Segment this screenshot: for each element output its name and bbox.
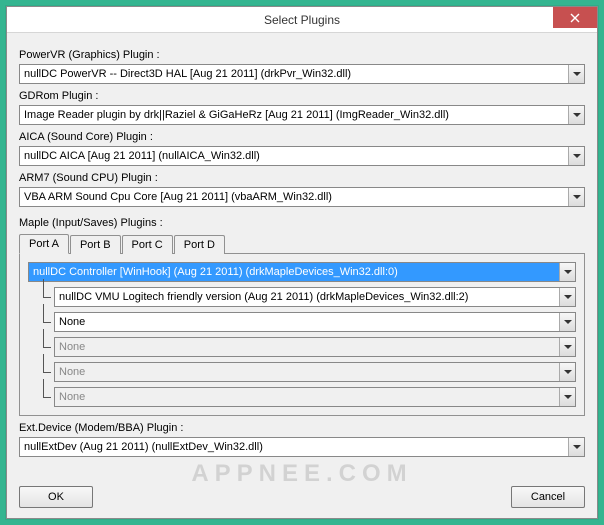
tree-branch-icon: [28, 337, 54, 357]
chevron-down-icon: [559, 263, 575, 281]
tree-branch-icon: [28, 387, 54, 407]
dialog-button-row: OK Cancel: [19, 486, 585, 508]
maple-slot-0-value: nullDC Controller [WinHook] (Aug 21 2011…: [29, 263, 559, 281]
arm7-label: ARM7 (Sound CPU) Plugin :: [19, 172, 585, 184]
maple-slot-1-value: nullDC VMU Logitech friendly version (Au…: [55, 288, 559, 306]
tab-port-c[interactable]: Port C: [122, 235, 173, 254]
maple-slot-0-combo[interactable]: nullDC Controller [WinHook] (Aug 21 2011…: [28, 262, 576, 282]
dialog-content: PowerVR (Graphics) Plugin : nullDC Power…: [7, 33, 597, 465]
tab-port-b[interactable]: Port B: [70, 235, 121, 254]
gdrom-label: GDRom Plugin :: [19, 90, 585, 102]
cancel-button[interactable]: Cancel: [511, 486, 585, 508]
maple-slot-5-combo[interactable]: None: [54, 387, 576, 407]
gdrom-combo[interactable]: Image Reader plugin by drk||Raziel & GiG…: [19, 105, 585, 125]
aica-value: nullDC AICA [Aug 21 2011] (nullAICA_Win3…: [20, 147, 568, 165]
titlebar: Select Plugins: [7, 7, 597, 33]
maple-slot-4-value: None: [55, 363, 559, 381]
maple-slot-2-value: None: [55, 313, 559, 331]
arm7-combo[interactable]: VBA ARM Sound Cpu Core [Aug 21 2011] (vb…: [19, 187, 585, 207]
maple-slot-2-combo[interactable]: None: [54, 312, 576, 332]
powervr-value: nullDC PowerVR -- Direct3D HAL [Aug 21 2…: [20, 65, 568, 83]
ok-button[interactable]: OK: [19, 486, 93, 508]
arm7-value: VBA ARM Sound Cpu Core [Aug 21 2011] (vb…: [20, 188, 568, 206]
maple-tab-strip: Port A Port B Port C Port D: [19, 233, 585, 253]
window-title: Select Plugins: [7, 13, 597, 27]
gdrom-value: Image Reader plugin by drk||Raziel & GiG…: [20, 106, 568, 124]
dialog-window: Select Plugins PowerVR (Graphics) Plugin…: [6, 6, 598, 519]
extdev-value: nullExtDev (Aug 21 2011) (nullExtDev_Win…: [20, 438, 568, 456]
chevron-down-icon: [568, 147, 584, 165]
chevron-down-icon: [559, 288, 575, 306]
close-icon: [570, 13, 580, 23]
tab-port-a[interactable]: Port A: [19, 234, 69, 254]
aica-label: AICA (Sound Core) Plugin :: [19, 131, 585, 143]
chevron-down-icon: [559, 338, 575, 356]
chevron-down-icon: [568, 65, 584, 83]
chevron-down-icon: [568, 188, 584, 206]
maple-slot-3-value: None: [55, 338, 559, 356]
chevron-down-icon: [559, 388, 575, 406]
tree-branch-icon: [28, 287, 54, 307]
maple-slot-3-combo[interactable]: None: [54, 337, 576, 357]
tree-branch-icon: [28, 312, 54, 332]
tab-port-d[interactable]: Port D: [174, 235, 225, 254]
chevron-down-icon: [568, 106, 584, 124]
extdev-label: Ext.Device (Modem/BBA) Plugin :: [19, 422, 585, 434]
extdev-combo[interactable]: nullExtDev (Aug 21 2011) (nullExtDev_Win…: [19, 437, 585, 457]
chevron-down-icon: [559, 313, 575, 331]
maple-port-a-panel: nullDC Controller [WinHook] (Aug 21 2011…: [19, 253, 585, 416]
tree-branch-icon: [28, 362, 54, 382]
maple-slot-4-combo[interactable]: None: [54, 362, 576, 382]
powervr-label: PowerVR (Graphics) Plugin :: [19, 49, 585, 61]
powervr-combo[interactable]: nullDC PowerVR -- Direct3D HAL [Aug 21 2…: [19, 64, 585, 84]
close-button[interactable]: [553, 7, 597, 28]
maple-label: Maple (Input/Saves) Plugins :: [19, 217, 585, 229]
maple-slot-1-combo[interactable]: nullDC VMU Logitech friendly version (Au…: [54, 287, 576, 307]
chevron-down-icon: [568, 438, 584, 456]
chevron-down-icon: [559, 363, 575, 381]
maple-slot-5-value: None: [55, 388, 559, 406]
aica-combo[interactable]: nullDC AICA [Aug 21 2011] (nullAICA_Win3…: [19, 146, 585, 166]
